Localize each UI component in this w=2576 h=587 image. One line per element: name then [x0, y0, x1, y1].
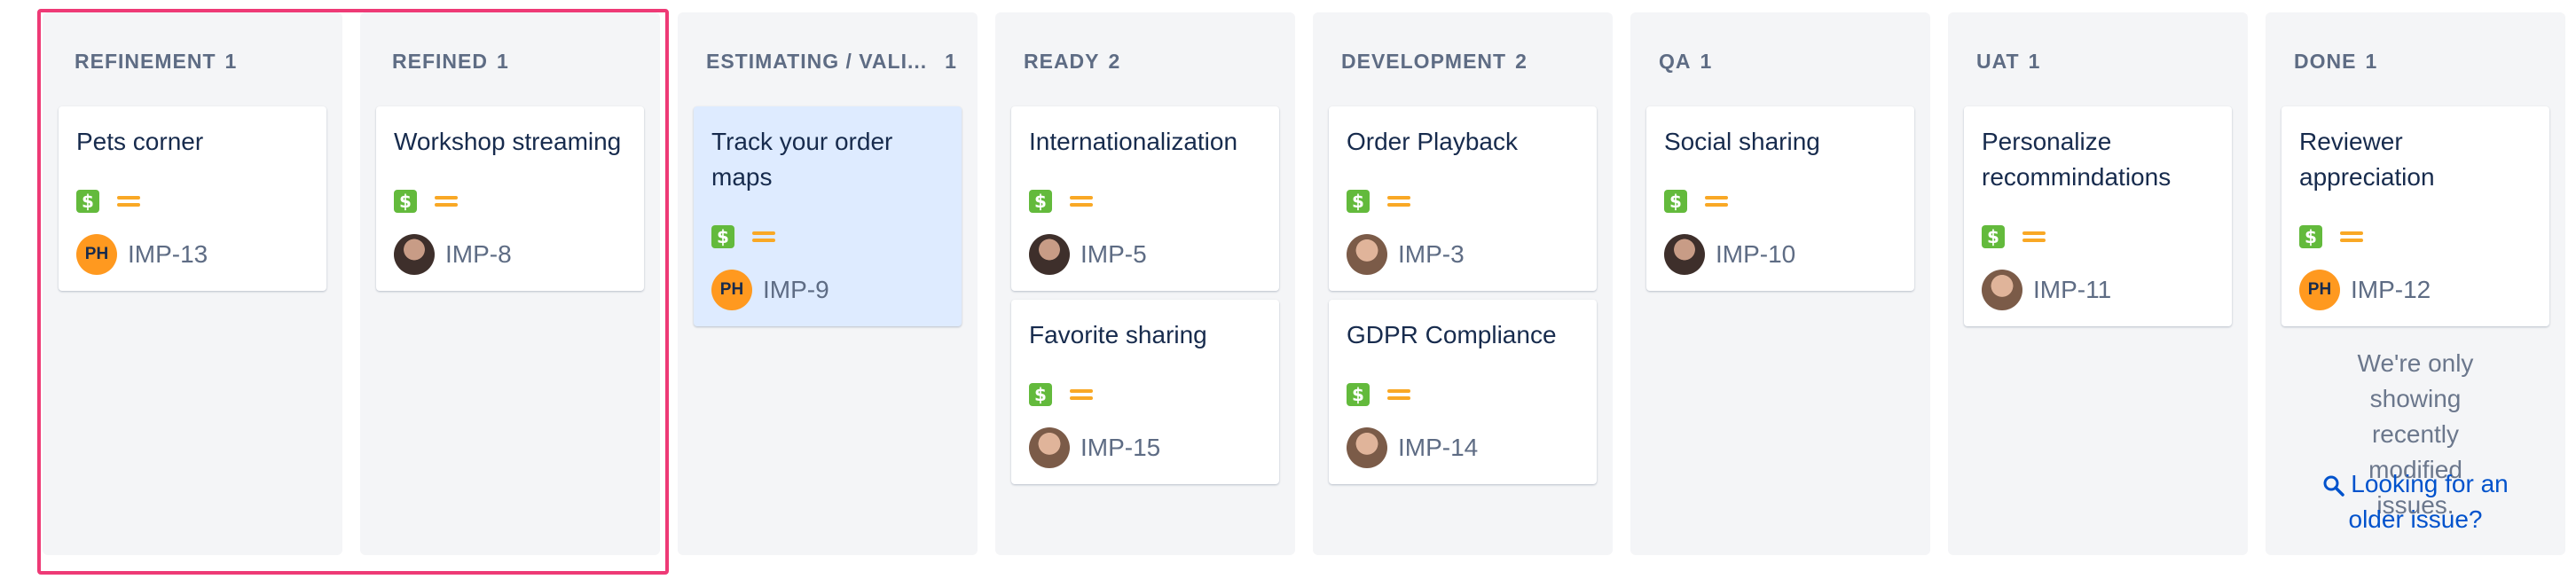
priority-medium-icon [752, 229, 775, 245]
card-title: Order Playback [1347, 128, 1518, 155]
avatar[interactable]: PH [711, 270, 752, 310]
column-title: QA [1659, 50, 1692, 73]
issue-key[interactable]: IMP-9 [763, 276, 829, 304]
card-meta: IMP-14 [1347, 427, 1478, 468]
card-title: Personalize recommindations [1982, 128, 2172, 191]
column-header: READY 2 [1024, 50, 1120, 74]
issue-card-imp-3[interactable]: Order Playback $ IMP-3 [1329, 106, 1597, 291]
column-title: ESTIMATING / VALI... [706, 50, 928, 73]
column-ready: READY 2 Internationalization $ IMP-5 Favo… [995, 12, 1295, 555]
card-meta: IMP-5 [1029, 234, 1147, 275]
issue-card-imp-15[interactable]: Favorite sharing $ IMP-15 [1011, 300, 1279, 484]
issue-key[interactable]: IMP-14 [1398, 434, 1478, 462]
avatar[interactable] [1029, 427, 1070, 468]
card-badges: $ [1029, 383, 1093, 406]
column-count: 1 [1700, 50, 1713, 73]
column-title: UAT [1976, 50, 2020, 73]
issue-key[interactable]: IMP-10 [1716, 240, 1795, 269]
card-meta: PH IMP-9 [711, 270, 829, 310]
search-icon [2323, 475, 2345, 497]
kanban-board: REFINEMENT 1 Pets corner $ PH IMP-13 REFI… [0, 0, 2576, 587]
avatar[interactable]: PH [2299, 270, 2340, 310]
card-badges: $ [1347, 190, 1410, 213]
priority-medium-icon [1070, 387, 1093, 403]
issue-card-imp-14[interactable]: GDPR Compliance $ IMP-14 [1329, 300, 1597, 484]
card-title: GDPR Compliance [1347, 321, 1557, 348]
card-title: Reviewer appreciation [2299, 128, 2435, 191]
column-qa: QA 1 Social sharing $ IMP-10 [1630, 12, 1930, 555]
issue-card-imp-9[interactable]: Track your order maps $ PH IMP-9 [694, 106, 962, 326]
column-header: UAT 1 [1976, 50, 2040, 74]
issue-card-imp-11[interactable]: Personalize recommindations $ IMP-11 [1964, 106, 2232, 326]
priority-medium-icon [2022, 229, 2046, 245]
avatar[interactable] [1347, 427, 1387, 468]
older-issue-link[interactable]: Looking for an older issue? [2266, 466, 2565, 537]
dollar-icon: $ [1029, 190, 1052, 213]
issue-card-imp-5[interactable]: Internationalization $ IMP-5 [1011, 106, 1279, 291]
dollar-icon: $ [1029, 383, 1052, 406]
column-title: DONE [2294, 50, 2357, 73]
avatar[interactable] [1982, 270, 2022, 310]
issue-key[interactable]: IMP-11 [2033, 276, 2111, 304]
column-header: DEVELOPMENT 2 [1341, 50, 1528, 74]
card-meta: IMP-3 [1347, 234, 1465, 275]
dollar-icon: $ [2299, 225, 2322, 248]
column-header: ESTIMATING / VALI... 1 [706, 50, 957, 74]
selection-highlight-box [37, 9, 669, 575]
card-title: Internationalization [1029, 128, 1238, 155]
column-done: DONE 1 Reviewer appreciation $ PH IMP-12 … [2266, 12, 2565, 555]
issue-key[interactable]: IMP-12 [2351, 276, 2431, 304]
column-uat: UAT 1 Personalize recommindations $ IMP-1… [1948, 12, 2248, 555]
card-badges: $ [1664, 190, 1728, 213]
older-issue-link-text[interactable]: Looking for an older issue? [2349, 470, 2509, 533]
card-title: Favorite sharing [1029, 321, 1207, 348]
priority-medium-icon [1705, 193, 1728, 209]
column-count: 2 [1515, 50, 1528, 73]
dollar-icon: $ [1347, 383, 1370, 406]
card-meta: IMP-15 [1029, 427, 1160, 468]
card-meta: IMP-11 [1982, 270, 2111, 310]
card-badges: $ [711, 225, 775, 248]
column-count: 2 [1108, 50, 1121, 73]
issue-key[interactable]: IMP-15 [1080, 434, 1160, 462]
dollar-icon: $ [1664, 190, 1687, 213]
column-count: 1 [2028, 50, 2041, 73]
column-development: DEVELOPMENT 2 Order Playback $ IMP-3 GDPR… [1313, 12, 1613, 555]
priority-medium-icon [1387, 193, 1410, 209]
issue-key[interactable]: IMP-3 [1398, 240, 1465, 269]
column-count: 1 [2365, 50, 2378, 73]
card-title: Track your order maps [711, 128, 893, 191]
avatar[interactable] [1347, 234, 1387, 275]
card-meta: PH IMP-12 [2299, 270, 2431, 310]
column-estimating: ESTIMATING / VALI... 1 Track your order m… [678, 12, 978, 555]
card-badges: $ [1029, 190, 1093, 213]
card-badges: $ [1347, 383, 1410, 406]
issue-card-imp-10[interactable]: Social sharing $ IMP-10 [1646, 106, 1914, 291]
card-badges: $ [2299, 225, 2363, 248]
priority-medium-icon [2340, 229, 2363, 245]
priority-medium-icon [1387, 387, 1410, 403]
column-header: QA 1 [1659, 50, 1712, 74]
issue-key[interactable]: IMP-5 [1080, 240, 1147, 269]
column-header: DONE 1 [2294, 50, 2377, 74]
priority-medium-icon [1070, 193, 1093, 209]
card-title: Social sharing [1664, 128, 1820, 155]
column-title: READY [1024, 50, 1100, 73]
avatar[interactable] [1664, 234, 1705, 275]
dollar-icon: $ [711, 225, 734, 248]
column-count: 1 [945, 50, 957, 73]
issue-card-imp-12[interactable]: Reviewer appreciation $ PH IMP-12 [2281, 106, 2549, 326]
dollar-icon: $ [1982, 225, 2005, 248]
avatar[interactable] [1029, 234, 1070, 275]
card-meta: IMP-10 [1664, 234, 1795, 275]
card-badges: $ [1982, 225, 2046, 248]
column-title: DEVELOPMENT [1341, 50, 1507, 73]
dollar-icon: $ [1347, 190, 1370, 213]
